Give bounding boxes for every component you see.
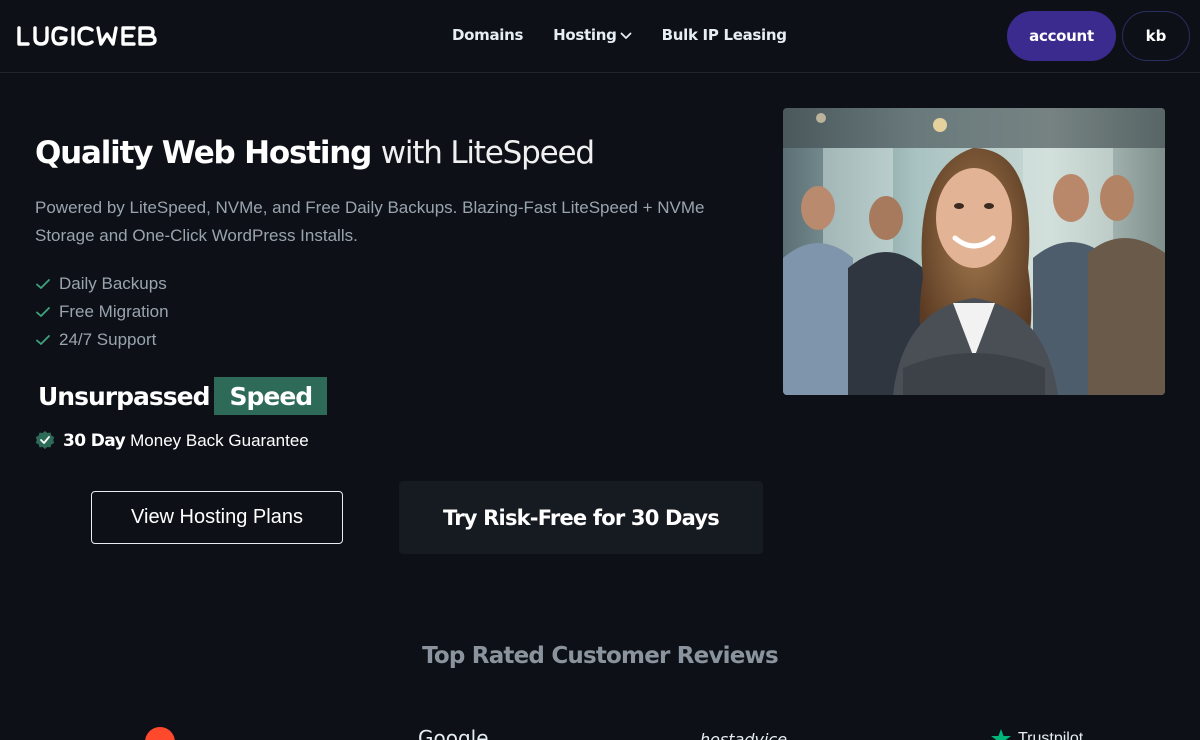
nav-bulk-ip-leasing[interactable]: Bulk IP Leasing (662, 26, 787, 44)
check-icon (36, 307, 50, 317)
feature-item: 24/7 Support (35, 326, 169, 354)
verified-badge-icon (35, 431, 55, 449)
feature-label: Daily Backups (59, 274, 167, 293)
logo-wordmark-icon (17, 26, 157, 46)
brand-logo[interactable] (16, 22, 166, 50)
guarantee-days: 30 Day (63, 431, 126, 451)
reviews-heading: Top Rated Customer Reviews (0, 643, 1200, 669)
reviews-heading-light: Customer Reviews (551, 643, 778, 669)
hero-description: Powered by LiteSpeed, NVMe, and Free Dai… (35, 198, 705, 245)
g2-logo-icon[interactable] (145, 727, 175, 740)
nav-hosting-label: Hosting (553, 26, 617, 44)
main-nav: Domains Hosting Bulk IP Leasing (452, 26, 787, 44)
speed-word: Unsurpassed (38, 381, 210, 411)
trustpilot-label: Trustpilot (1018, 730, 1084, 740)
trustpilot-star-icon (991, 729, 1011, 740)
feature-list: Daily Backups Free Migration 24/7 Suppor… (35, 270, 169, 354)
feature-label: Free Migration (59, 302, 169, 321)
check-icon (36, 335, 50, 345)
hero-title: Quality Web Hosting with LiteSpeed (35, 131, 595, 175)
feature-item: Daily Backups (35, 270, 169, 298)
hostadvice-logo[interactable]: hostadvice (700, 730, 787, 740)
feature-item: Free Migration (35, 298, 169, 326)
feature-label: 24/7 Support (59, 330, 157, 349)
speed-tagline: Unsurpassed Speed (38, 377, 328, 415)
nav-domains[interactable]: Domains (452, 26, 523, 44)
reviews-heading-strong: Top Rated (422, 643, 545, 669)
try-risk-free-button[interactable]: Try Risk-Free for 30 Days (399, 481, 763, 554)
trustpilot-logo[interactable]: Trustpilot (990, 728, 1083, 740)
view-hosting-plans-button[interactable]: View Hosting Plans (91, 491, 343, 544)
hero-photo (783, 108, 1165, 395)
google-logo[interactable]: Google (418, 726, 489, 740)
chevron-down-icon (620, 32, 631, 39)
review-logos: Google hostadvice Trustpilot (0, 722, 1200, 740)
speed-badge: Speed (214, 377, 328, 415)
hero-title-strong: Quality Web Hosting (35, 135, 372, 171)
site-header: Domains Hosting Bulk IP Leasing account … (0, 0, 1200, 73)
team-photo-image (783, 108, 1165, 395)
nav-hosting[interactable]: Hosting (553, 26, 631, 44)
guarantee-text: Money Back Guarantee (130, 431, 309, 450)
hero-title-light: with LiteSpeed (380, 135, 595, 171)
money-back-guarantee: 30 Day Money Back Guarantee (35, 430, 309, 452)
profile-button[interactable]: kb (1122, 11, 1190, 61)
check-icon (36, 279, 50, 289)
account-button[interactable]: account (1007, 11, 1116, 61)
